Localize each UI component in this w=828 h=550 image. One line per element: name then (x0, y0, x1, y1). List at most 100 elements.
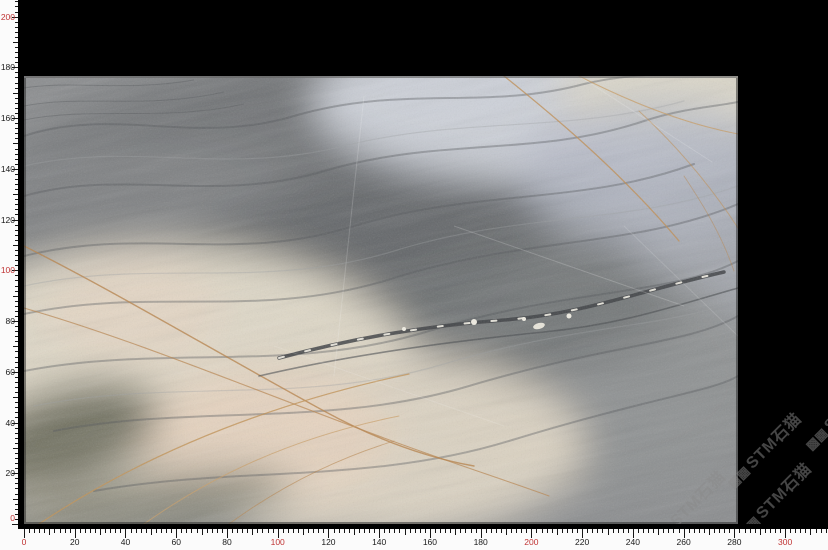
ruler-tick (141, 529, 142, 533)
ruler-tick (273, 529, 274, 533)
ruler-tick (496, 529, 497, 533)
ruler-tick (191, 529, 192, 533)
ruler-tick (567, 529, 568, 533)
ruler-label: 120 (313, 537, 343, 547)
ruler-tick (521, 529, 522, 533)
ruler-tick (212, 529, 213, 533)
ruler-tick (592, 529, 593, 533)
ruler-label: 140 (0, 165, 15, 174)
ruler-tick (247, 529, 248, 533)
ruler-tick (151, 529, 152, 535)
ruler-tick (491, 529, 492, 533)
ruler-tick (161, 529, 162, 533)
ruler-tick (115, 529, 116, 533)
stone-slab-image (24, 76, 738, 524)
ruler-tick (262, 529, 263, 533)
ruler-tick (171, 529, 172, 533)
ruler-tick (415, 529, 416, 533)
ruler-tick (739, 529, 740, 533)
ruler-label: 120 (0, 216, 15, 225)
ruler-tick (110, 529, 111, 533)
ruler-tick (197, 529, 198, 533)
ruler-tick (334, 529, 335, 533)
ruler-tick (542, 529, 543, 533)
ruler-tick (745, 529, 746, 533)
ruler-tick (760, 529, 761, 535)
ruler-tick (755, 529, 756, 533)
ruler-tick (547, 529, 548, 533)
ruler-tick (501, 529, 502, 533)
ruler-tick (511, 529, 512, 533)
ruler-tick (313, 529, 314, 533)
ruler-tick (775, 529, 776, 533)
ruler-tick (663, 529, 664, 533)
ruler-label: 80 (0, 317, 15, 326)
ruler-tick (486, 529, 487, 533)
ruler-tick (719, 529, 720, 533)
ruler-tick (374, 529, 375, 533)
ruler-tick (557, 529, 558, 535)
ruler-label: 220 (567, 537, 597, 547)
ruler-tick (476, 529, 477, 533)
stm-watermark: ▩▦STM石猫 (798, 368, 828, 455)
ruler-tick (85, 529, 86, 533)
ruler-tick (293, 529, 294, 533)
ruler-tick (29, 529, 30, 533)
ruler-tick (54, 529, 55, 533)
ruler-tick (207, 529, 208, 533)
ruler-tick (283, 529, 284, 533)
ruler-tick (49, 529, 50, 535)
ruler-tick (643, 529, 644, 533)
ruler-tick (389, 529, 390, 533)
ruler-tick (131, 529, 132, 533)
ruler-tick (623, 529, 624, 533)
ruler-label: 80 (212, 537, 242, 547)
ruler-label: 100 (263, 537, 293, 547)
ruler-tick (34, 529, 35, 533)
ruler-tick (770, 529, 771, 533)
ruler-tick (105, 529, 106, 533)
ruler-tick (724, 529, 725, 533)
ruler-tick (70, 529, 71, 533)
ruler-tick (709, 529, 710, 535)
ruler-tick (673, 529, 674, 533)
ruler-label: 240 (618, 537, 648, 547)
ruler-tick (790, 529, 791, 533)
ruler-tick (694, 529, 695, 533)
ruler-tick (399, 529, 400, 533)
ruler-tick (536, 529, 537, 533)
ruler-tick (181, 529, 182, 533)
ruler-tick (95, 529, 96, 533)
ruler-tick (359, 529, 360, 533)
ruler-tick (222, 529, 223, 533)
ruler-tick (658, 529, 659, 535)
ruler-tick (750, 529, 751, 533)
ruler-tick (156, 529, 157, 533)
ruler-tick (298, 529, 299, 533)
ruler-tick (699, 529, 700, 533)
ruler-tick (638, 529, 639, 533)
ruler-tick (826, 529, 827, 533)
ruler-label: 40 (110, 537, 140, 547)
ruler-tick (440, 529, 441, 533)
ruler-tick (410, 529, 411, 533)
vertical-axis-line (18, 0, 24, 529)
ruler-tick (339, 529, 340, 533)
ruler-tick (308, 529, 309, 533)
ruler-tick (613, 529, 614, 533)
ruler-tick (60, 529, 61, 533)
ruler-label: 160 (415, 537, 445, 547)
ruler-tick (120, 529, 121, 533)
ruler-tick (689, 529, 690, 533)
ruler-tick (232, 529, 233, 533)
ruler-tick (628, 529, 629, 533)
ruler-tick (653, 529, 654, 533)
ruler-tick (364, 529, 365, 533)
ruler-tick (146, 529, 147, 533)
ruler-label: 280 (719, 537, 749, 547)
ruler-tick (516, 529, 517, 533)
ruler-label: 60 (161, 537, 191, 547)
watermark-logo-icon: ▩▦ (802, 425, 828, 453)
ruler-tick (349, 529, 350, 533)
ruler-tick (465, 529, 466, 533)
